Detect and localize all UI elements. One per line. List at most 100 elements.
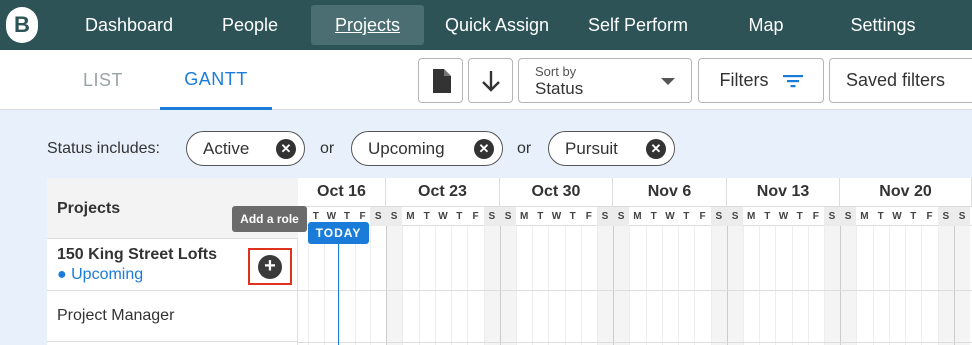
today-line	[338, 244, 339, 345]
nav-dashboard[interactable]: Dashboard	[70, 5, 188, 45]
week-header: Oct 16	[298, 178, 386, 207]
download-button[interactable]	[468, 58, 513, 103]
role-row[interactable]: Project Manager	[47, 292, 298, 342]
grid-line	[451, 226, 453, 345]
day-letter: F	[585, 211, 592, 222]
weekend-shade	[710, 226, 727, 345]
caret-down-icon	[661, 78, 675, 85]
weekend-shade	[613, 226, 630, 345]
project-status: ● Upcoming	[57, 266, 144, 283]
day-letter: T	[764, 211, 771, 222]
grid-line	[580, 226, 582, 345]
day-letter: S	[370, 207, 386, 226]
day-letter: S	[613, 207, 630, 226]
nav-settings[interactable]: Settings	[837, 5, 929, 45]
grid-line	[402, 226, 404, 345]
day-letter: S	[710, 207, 727, 226]
add-role-button[interactable]: +	[248, 248, 292, 285]
day-letter: T	[537, 211, 544, 222]
grid-line	[386, 226, 387, 345]
gantt-timeline: Oct 16 Oct 23 Oct 30 Nov 6 Nov 13 Nov 20 TWTF…	[298, 178, 972, 345]
grid-line	[856, 226, 858, 345]
grid-line	[727, 226, 728, 345]
weekend-shade	[823, 226, 840, 345]
day-letter: T	[456, 211, 463, 222]
project-name[interactable]: 150 King Street Lofts	[57, 246, 217, 264]
or-label: or	[517, 140, 532, 157]
or-label: or	[320, 140, 335, 157]
grid-line	[532, 226, 534, 345]
day-letter: S	[823, 207, 840, 226]
chip-label: Pursuit	[565, 138, 618, 158]
grid-line	[872, 226, 874, 345]
day-letter: M	[520, 211, 529, 222]
grid-line	[954, 226, 955, 345]
grid-line	[370, 226, 372, 345]
filters-button[interactable]: Filters	[698, 58, 824, 103]
grid-line	[418, 226, 420, 345]
grid-line	[548, 226, 550, 345]
week-header: Nov 20	[840, 178, 972, 207]
grid-line	[629, 226, 631, 345]
day-letter: T	[877, 211, 884, 222]
week-header: Oct 30	[500, 178, 613, 207]
add-role-tooltip: Add a role	[232, 206, 307, 232]
close-icon[interactable]: ✕	[474, 139, 494, 159]
nav-self-perform[interactable]: Self Perform	[574, 5, 702, 45]
day-letter: M	[633, 211, 642, 222]
app-logo[interactable]: B	[6, 7, 38, 43]
weekend-shade	[500, 226, 517, 345]
week-header: Nov 6	[613, 178, 727, 207]
grid-line	[888, 226, 890, 345]
nav-projects[interactable]: Projects	[311, 5, 424, 45]
top-nav: B Dashboard People Projects Quick Assign…	[0, 0, 972, 50]
day-letter: T	[423, 211, 430, 222]
day-letter: S	[483, 207, 500, 226]
close-icon[interactable]: ✕	[276, 139, 296, 159]
export-button[interactable]	[418, 58, 463, 103]
row-divider	[298, 342, 972, 343]
day-letter: S	[596, 207, 613, 226]
weekend-shade	[596, 226, 613, 345]
grid-line	[645, 226, 647, 345]
status-chip-pursuit[interactable]: Pursuit ✕	[548, 131, 675, 166]
saved-filters-button[interactable]: Saved filters	[829, 58, 972, 103]
grid-line	[840, 226, 841, 345]
close-icon[interactable]: ✕	[646, 139, 666, 159]
weekend-shade	[954, 226, 971, 345]
day-letter: F	[926, 211, 933, 222]
grid-line	[743, 226, 745, 345]
grid-line	[613, 226, 614, 345]
row-divider	[298, 290, 972, 291]
nav-map[interactable]: Map	[732, 5, 800, 45]
saved-filters-label: Saved filters	[846, 70, 946, 90]
tab-list[interactable]: LIST	[60, 50, 146, 110]
day-letter: S	[500, 207, 517, 226]
day-letter: W	[438, 211, 448, 222]
day-letter: W	[551, 211, 562, 222]
projects-header-label: Projects	[57, 200, 121, 217]
status-chip-upcoming[interactable]: Upcoming ✕	[351, 131, 503, 166]
day-letter: T	[650, 211, 657, 222]
day-letter: F	[472, 211, 479, 222]
status-chip-active[interactable]: Active ✕	[186, 131, 305, 166]
grid-line	[434, 226, 436, 345]
grid-line	[564, 226, 566, 345]
grid-line	[823, 226, 825, 345]
week-header: Nov 13	[727, 178, 840, 207]
day-letter: S	[727, 207, 744, 226]
day-letter: T	[910, 211, 917, 222]
nav-quick-assign[interactable]: Quick Assign	[436, 5, 558, 45]
grid-line	[500, 226, 501, 345]
week-header: Oct 23	[386, 178, 500, 207]
grid-line	[467, 226, 469, 345]
sort-select[interactable]: Sort by Status	[518, 58, 692, 103]
tab-gantt[interactable]: GANTT	[160, 50, 272, 110]
nav-people[interactable]: People	[205, 5, 295, 45]
grid-line	[759, 226, 761, 345]
grid-line	[678, 226, 680, 345]
day-letter: W	[778, 211, 789, 222]
grid-line	[921, 226, 923, 345]
grid-line	[694, 226, 696, 345]
weekend-shade	[386, 226, 403, 345]
